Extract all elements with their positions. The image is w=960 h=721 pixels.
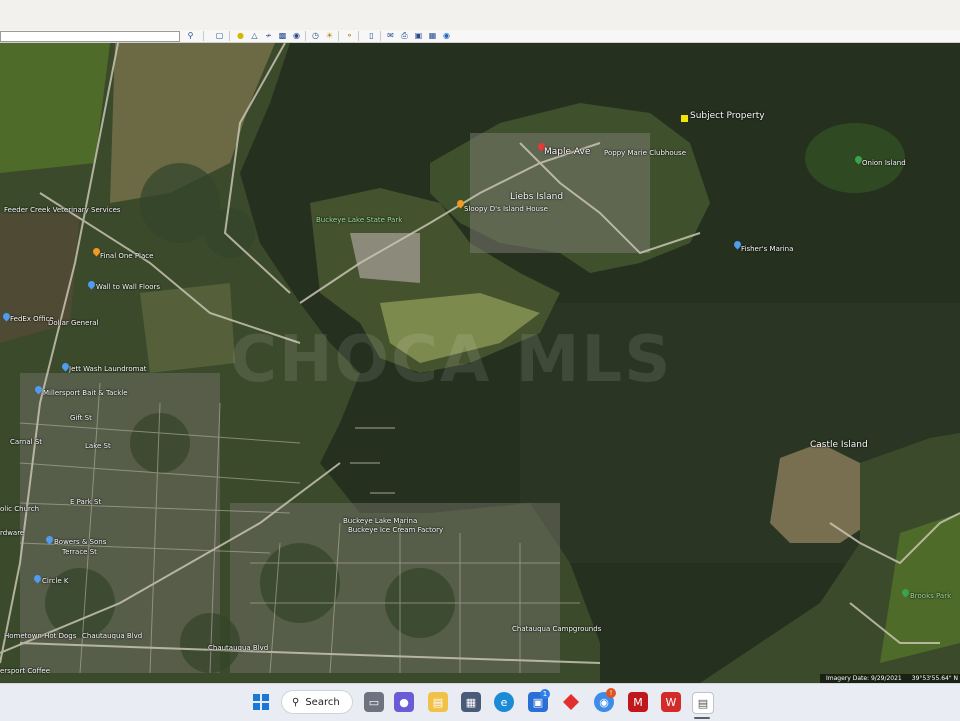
earth-toolbar: ⚲ ▢ ● △ ≁ ▩ ◉ ◷ ☀ ⚬ ▯ ✉ ⎙ ▣ ▦ ◉ [0, 30, 960, 43]
browser-chrome [0, 0, 960, 31]
email-icon[interactable]: ✉ [385, 31, 396, 41]
tour-icon[interactable]: ◉ [291, 31, 302, 41]
terrace-st-label: Terrace St [62, 548, 97, 556]
toolbar-divider [305, 31, 306, 41]
maple-ave-label: Maple Ave [544, 147, 591, 157]
map-icon[interactable]: ▢ [214, 31, 225, 41]
store-badge: 1 [540, 689, 550, 699]
hot-dogs-label: Hometown Hot Dogs [4, 632, 77, 640]
taskbar-search-label: Search [305, 696, 340, 708]
windows-taskbar: ⚲ Search ▭ ● ▤ ▦ e ▣ 1 ◉ ! M W ▤ [0, 683, 960, 721]
lake-st-label: Lake St [85, 442, 111, 450]
coordinates-readout: 39°53'55.64" N [911, 675, 959, 682]
calculator-icon[interactable]: ▦ [461, 692, 481, 712]
campgrounds-label: Chatauqua Campgrounds [512, 625, 602, 633]
teams-icon[interactable]: ● [394, 692, 414, 712]
mls-watermark: CHOCA MLS [230, 323, 673, 397]
brooks-park-label: Brooks Park [910, 592, 952, 600]
active-app-indicator [694, 717, 710, 719]
wall-to-wall-label: Wall to Wall Floors [96, 283, 161, 291]
fishers-marina-label: Fisher's Marina [741, 245, 794, 253]
liebs-island-label: Liebs Island [510, 192, 564, 202]
search-icon[interactable]: ⚲ [185, 31, 196, 41]
path-icon[interactable]: ≁ [263, 31, 274, 41]
subject-property-pin[interactable] [681, 115, 688, 122]
toolbar-divider [203, 31, 204, 41]
bowers-label: Bowers & Sons [54, 538, 107, 546]
circle-k-label: Circle K [42, 577, 69, 585]
gift-st-label: Gift St [70, 414, 92, 422]
coffee-label: ersport Coffee [0, 667, 51, 675]
print-icon[interactable]: ⎙ [399, 31, 410, 41]
imagery-date: Imagery Date: 9/29/2021 [826, 675, 902, 682]
earth-icon[interactable]: ◉ [441, 31, 452, 41]
e-park-st-label: E Park St [70, 498, 102, 506]
onion-island-label: Onion Island [862, 159, 906, 167]
toolbar-divider [380, 31, 381, 41]
buckeye-marina-label: Buckeye Lake Marina [343, 517, 418, 525]
carnal-st-label: Carnal St [10, 438, 43, 446]
island-house-label: Sloopy D's Island House [464, 205, 548, 213]
subject-property-label: Subject Property [690, 111, 765, 121]
jet-wash-label: Jett Wash Laundromat [69, 365, 147, 373]
chrome-badge: ! [606, 688, 616, 698]
pin-icon[interactable]: ● [235, 31, 246, 41]
polygon-icon[interactable]: △ [249, 31, 260, 41]
windows-start-icon[interactable] [251, 692, 271, 712]
document-icon[interactable]: ▤ [692, 692, 714, 714]
planet-icon[interactable]: ⚬ [344, 31, 355, 41]
castle-island-label: Castle Island [810, 440, 868, 450]
taskview-icon[interactable]: ▭ [364, 692, 384, 712]
ice-cream-label: Buckeye Ice Cream Factory [348, 526, 444, 534]
toolbar-divider [358, 31, 359, 41]
taskbar-search[interactable]: ⚲ Search [281, 690, 353, 714]
bait-tackle-label: Millersport Bait & Tackle [43, 389, 128, 397]
map-attribution: Imagery Date: 9/29/2021 39°53'55.64" N [820, 674, 960, 683]
final-one-place-label: Final One Place [100, 252, 154, 260]
clubhouse-label: Poppy Marie Clubhouse [604, 149, 687, 157]
history-icon[interactable]: ◷ [310, 31, 321, 41]
app-red-icon[interactable] [561, 692, 581, 712]
chautauqua-blvd-label-2: Chautauqua Blvd [208, 644, 269, 652]
sun-icon[interactable]: ☀ [324, 31, 335, 41]
toolbar-divider [338, 31, 339, 41]
save-image-icon[interactable]: ▣ [413, 31, 424, 41]
hardware-label: rdware [0, 529, 25, 537]
windows-logo [253, 694, 269, 710]
red-diamond-glyph [563, 694, 579, 710]
mcafee-icon[interactable]: M [628, 692, 648, 712]
wps-icon[interactable]: W [661, 692, 681, 712]
search-icon: ⚲ [292, 696, 300, 708]
fedex-label: FedEx Office [10, 315, 54, 323]
state-park-label: Buckeye Lake State Park [316, 216, 403, 224]
toolbar-divider [229, 31, 230, 41]
ruler-icon[interactable]: ▯ [366, 31, 377, 41]
maps-view-icon[interactable]: ▦ [427, 31, 438, 41]
edge-icon[interactable]: e [494, 692, 514, 712]
catholic-church-label: olic Church [0, 505, 40, 513]
search-field[interactable] [0, 31, 180, 42]
satellite-map[interactable]: CHOCA MLS Subject Property Maple Ave Pop… [0, 43, 960, 683]
feeder-creek-label: Feeder Creek Veterinary Services [4, 206, 121, 214]
dollar-general-label: Dollar General [48, 319, 99, 327]
file-explorer-icon[interactable]: ▤ [428, 692, 448, 712]
overlay-icon[interactable]: ▩ [277, 31, 288, 41]
chautauqua-blvd-label: Chautauqua Blvd [82, 632, 143, 640]
